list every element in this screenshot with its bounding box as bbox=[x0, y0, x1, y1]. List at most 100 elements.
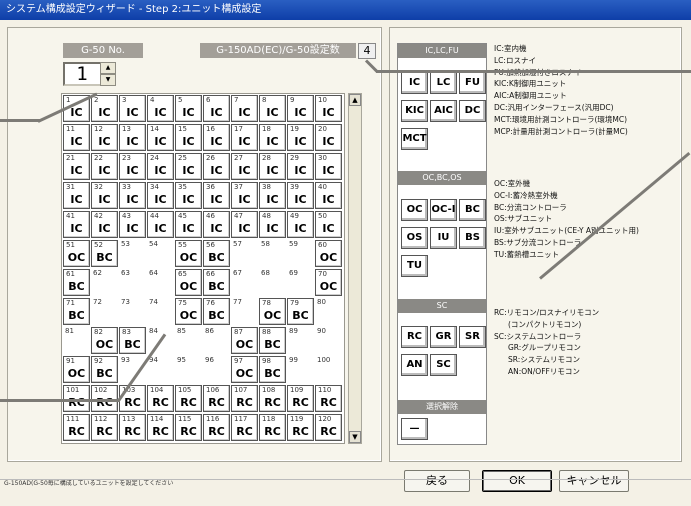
unit-cell-83[interactable]: 83 BC bbox=[119, 327, 146, 354]
unit-cell-77[interactable]: 77 bbox=[231, 298, 258, 325]
unit-cell-5[interactable]: 5 IC bbox=[175, 95, 202, 122]
unit-cell-38[interactable]: 38 IC bbox=[259, 182, 286, 209]
palette-button-mct[interactable]: MCT bbox=[401, 128, 428, 150]
unit-cell-21[interactable]: 21 IC bbox=[63, 153, 90, 180]
unit-cell-6[interactable]: 6 IC bbox=[203, 95, 230, 122]
unit-cell-64[interactable]: 64 bbox=[147, 269, 174, 296]
unit-cell-107[interactable]: 107 RC bbox=[231, 385, 258, 412]
unit-cell-116[interactable]: 116 RC bbox=[203, 414, 230, 441]
unit-cell-82[interactable]: 82 OC bbox=[91, 327, 118, 354]
unit-cell-110[interactable]: 110 RC bbox=[315, 385, 342, 412]
grid-scrollbar[interactable]: ▲ ▼ bbox=[348, 93, 362, 444]
unit-cell-56[interactable]: 56 BC bbox=[203, 240, 230, 267]
palette-button-bs[interactable]: BS bbox=[459, 227, 486, 249]
unit-cell-75[interactable]: 75 OC bbox=[175, 298, 202, 325]
unit-cell-48[interactable]: 48 IC bbox=[259, 211, 286, 238]
unit-cell-23[interactable]: 23 IC bbox=[119, 153, 146, 180]
unit-cell-85[interactable]: 85 bbox=[175, 327, 202, 354]
unit-cell-76[interactable]: 76 BC bbox=[203, 298, 230, 325]
unit-cell-61[interactable]: 61 BC bbox=[63, 269, 90, 296]
unit-cell-94[interactable]: 94 bbox=[147, 356, 174, 383]
unit-cell-46[interactable]: 46 IC bbox=[203, 211, 230, 238]
unit-cell-7[interactable]: 7 IC bbox=[231, 95, 258, 122]
unit-cell-16[interactable]: 16 IC bbox=[203, 124, 230, 151]
palette-button-bc[interactable]: BC bbox=[459, 199, 486, 221]
unit-cell-89[interactable]: 89 bbox=[287, 327, 314, 354]
unit-cell-3[interactable]: 3 IC bbox=[119, 95, 146, 122]
unit-cell-11[interactable]: 11 IC bbox=[63, 124, 90, 151]
palette-button-gr[interactable]: GR bbox=[430, 326, 457, 348]
palette-button-tu[interactable]: TU bbox=[401, 255, 428, 277]
unit-cell-69[interactable]: 69 bbox=[287, 269, 314, 296]
unit-cell-70[interactable]: 70 OC bbox=[315, 269, 342, 296]
unit-cell-80[interactable]: 80 bbox=[315, 298, 342, 325]
unit-cell-57[interactable]: 57 bbox=[231, 240, 258, 267]
unit-cell-43[interactable]: 43 IC bbox=[119, 211, 146, 238]
unit-cell-12[interactable]: 12 IC bbox=[91, 124, 118, 151]
unit-cell-33[interactable]: 33 IC bbox=[119, 182, 146, 209]
unit-cell-41[interactable]: 41 IC bbox=[63, 211, 90, 238]
unit-cell-74[interactable]: 74 bbox=[147, 298, 174, 325]
palette-button-os[interactable]: OS bbox=[401, 227, 428, 249]
unit-cell-92[interactable]: 92 BC bbox=[91, 356, 118, 383]
palette-button-sr[interactable]: SR bbox=[459, 326, 486, 348]
palette-clear-button[interactable]: — bbox=[401, 418, 428, 440]
unit-cell-40[interactable]: 40 IC bbox=[315, 182, 342, 209]
unit-cell-10[interactable]: 10 IC bbox=[315, 95, 342, 122]
unit-cell-42[interactable]: 42 IC bbox=[91, 211, 118, 238]
palette-button-ic[interactable]: IC bbox=[401, 72, 428, 94]
unit-cell-114[interactable]: 114 RC bbox=[147, 414, 174, 441]
unit-cell-73[interactable]: 73 bbox=[119, 298, 146, 325]
unit-cell-31[interactable]: 31 IC bbox=[63, 182, 90, 209]
unit-cell-30[interactable]: 30 IC bbox=[315, 153, 342, 180]
unit-cell-67[interactable]: 67 bbox=[231, 269, 258, 296]
palette-button-oc[interactable]: OC bbox=[401, 199, 428, 221]
unit-cell-60[interactable]: 60 OC bbox=[315, 240, 342, 267]
unit-cell-72[interactable]: 72 bbox=[91, 298, 118, 325]
palette-button-lc[interactable]: LC bbox=[430, 72, 457, 94]
scroll-down-icon[interactable]: ▼ bbox=[349, 431, 361, 443]
unit-cell-65[interactable]: 65 OC bbox=[175, 269, 202, 296]
unit-cell-100[interactable]: 100 bbox=[315, 356, 342, 383]
unit-cell-55[interactable]: 55 OC bbox=[175, 240, 202, 267]
unit-cell-71[interactable]: 71 BC bbox=[63, 298, 90, 325]
palette-button-an[interactable]: AN bbox=[401, 354, 428, 376]
palette-button-sc[interactable]: SC bbox=[430, 354, 457, 376]
unit-cell-79[interactable]: 79 BC bbox=[287, 298, 314, 325]
unit-cell-98[interactable]: 98 BC bbox=[259, 356, 286, 383]
unit-cell-45[interactable]: 45 IC bbox=[175, 211, 202, 238]
palette-button-aic[interactable]: AIC bbox=[430, 100, 457, 122]
unit-cell-66[interactable]: 66 BC bbox=[203, 269, 230, 296]
unit-cell-26[interactable]: 26 IC bbox=[203, 153, 230, 180]
unit-cell-90[interactable]: 90 bbox=[315, 327, 342, 354]
unit-cell-18[interactable]: 18 IC bbox=[259, 124, 286, 151]
unit-cell-32[interactable]: 32 IC bbox=[91, 182, 118, 209]
unit-cell-39[interactable]: 39 IC bbox=[287, 182, 314, 209]
unit-cell-52[interactable]: 52 BC bbox=[91, 240, 118, 267]
unit-cell-112[interactable]: 112 RC bbox=[91, 414, 118, 441]
unit-cell-27[interactable]: 27 IC bbox=[231, 153, 258, 180]
unit-cell-109[interactable]: 109 RC bbox=[287, 385, 314, 412]
unit-cell-4[interactable]: 4 IC bbox=[147, 95, 174, 122]
unit-cell-13[interactable]: 13 IC bbox=[119, 124, 146, 151]
unit-cell-63[interactable]: 63 bbox=[119, 269, 146, 296]
unit-cell-88[interactable]: 88 BC bbox=[259, 327, 286, 354]
unit-cell-25[interactable]: 25 IC bbox=[175, 153, 202, 180]
unit-cell-28[interactable]: 28 IC bbox=[259, 153, 286, 180]
unit-cell-15[interactable]: 15 IC bbox=[175, 124, 202, 151]
unit-cell-117[interactable]: 117 RC bbox=[231, 414, 258, 441]
unit-cell-118[interactable]: 118 RC bbox=[259, 414, 286, 441]
unit-cell-53[interactable]: 53 bbox=[119, 240, 146, 267]
unit-cell-68[interactable]: 68 bbox=[259, 269, 286, 296]
unit-cell-9[interactable]: 9 IC bbox=[287, 95, 314, 122]
unit-cell-62[interactable]: 62 bbox=[91, 269, 118, 296]
unit-cell-47[interactable]: 47 IC bbox=[231, 211, 258, 238]
unit-cell-37[interactable]: 37 IC bbox=[231, 182, 258, 209]
unit-cell-17[interactable]: 17 IC bbox=[231, 124, 258, 151]
unit-cell-86[interactable]: 86 bbox=[203, 327, 230, 354]
palette-button-dc[interactable]: DC bbox=[459, 100, 486, 122]
unit-cell-111[interactable]: 111 RC bbox=[63, 414, 90, 441]
unit-cell-14[interactable]: 14 IC bbox=[147, 124, 174, 151]
unit-cell-120[interactable]: 120 RC bbox=[315, 414, 342, 441]
palette-button-oc-i[interactable]: OC-I bbox=[430, 199, 457, 221]
